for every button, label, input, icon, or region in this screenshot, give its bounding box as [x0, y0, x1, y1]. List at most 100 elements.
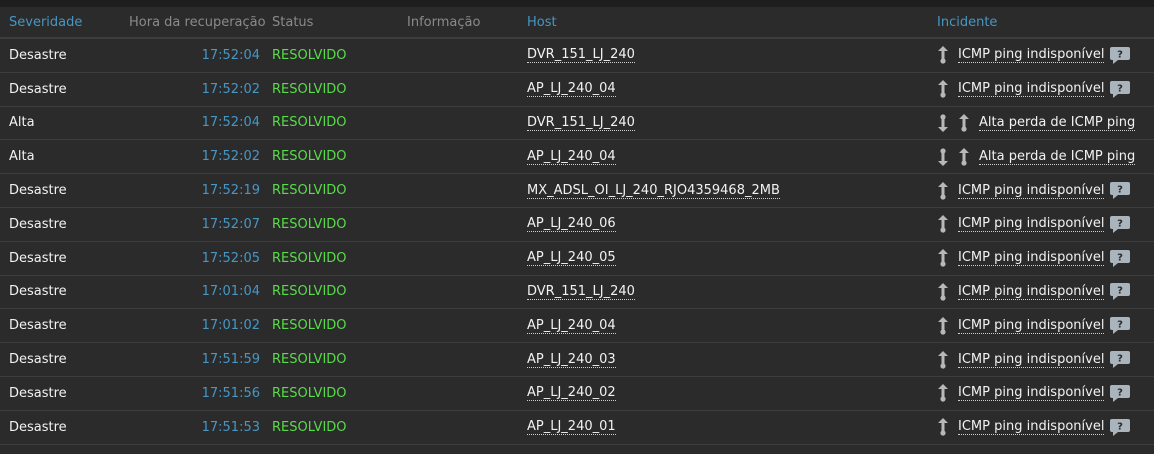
- incident-cell: ICMP ping indisponível?: [937, 411, 1131, 444]
- incident-link[interactable]: ICMP ping indisponível: [958, 284, 1105, 300]
- host-link[interactable]: AP_LJ_240_01: [527, 419, 616, 436]
- recovery-time-cell[interactable]: 17:52:02: [110, 140, 260, 173]
- host-link[interactable]: AP_LJ_240_04: [527, 81, 616, 98]
- status-cell: RESOLVIDO: [272, 115, 347, 131]
- up-arrow-icon[interactable]: [958, 113, 970, 132]
- incident-link[interactable]: ICMP ping indisponível: [958, 183, 1105, 199]
- recovery-time-cell[interactable]: 17:52:05: [110, 242, 260, 275]
- host-cell: AP_LJ_240_04: [527, 140, 616, 173]
- comment-icon[interactable]: ?: [1110, 418, 1131, 436]
- comment-icon[interactable]: ?: [1110, 317, 1131, 335]
- table-row: Desastre 17:51:59 RESOLVIDO AP_LJ_240_03 ICM…: [0, 343, 1154, 377]
- incident-link[interactable]: ICMP ping indisponível: [958, 216, 1105, 233]
- comment-icon[interactable]: ?: [1110, 215, 1131, 233]
- table-row: Desastre 17:51:56 RESOLVIDO AP_LJ_240_02 ICM…: [0, 377, 1154, 411]
- column-recovery-time: Hora da recuperação: [129, 14, 266, 30]
- comment-icon[interactable]: ?: [1110, 182, 1131, 200]
- up-arrow-icon[interactable]: [958, 147, 970, 166]
- down-arrow-icon[interactable]: [937, 114, 949, 132]
- svg-text:?: ?: [1118, 354, 1124, 365]
- recovery-time-cell[interactable]: 17:52:02: [110, 73, 260, 106]
- problems-table: Severidade Hora da recuperação Status In…: [0, 7, 1154, 445]
- incident-link[interactable]: ICMP ping indisponível: [958, 47, 1105, 64]
- host-link[interactable]: AP_LJ_240_05: [527, 250, 616, 267]
- incident-link[interactable]: ICMP ping indisponível: [958, 419, 1105, 436]
- severity-cell: Desastre: [9, 250, 67, 266]
- host-link[interactable]: AP_LJ_240_06: [527, 216, 616, 233]
- recovery-time-cell[interactable]: 17:51:59: [110, 343, 260, 376]
- status-cell: RESOLVIDO: [272, 352, 347, 368]
- recovery-time-cell[interactable]: 17:52:19: [110, 174, 260, 207]
- recovery-time-cell[interactable]: 17:01:04: [110, 276, 260, 309]
- host-link[interactable]: DVR_151_LJ_240: [527, 115, 635, 131]
- status-cell: RESOLVIDO: [272, 385, 347, 401]
- incident-link[interactable]: ICMP ping indisponível: [958, 318, 1105, 334]
- up-down-arrow-icon[interactable]: [937, 215, 949, 233]
- host-cell: AP_LJ_240_03: [527, 343, 616, 376]
- incident-link[interactable]: ICMP ping indisponível: [958, 250, 1105, 267]
- incident-cell: Alta perda de ICMP ping: [937, 107, 1136, 140]
- severity-cell: Desastre: [9, 352, 67, 368]
- svg-text:?: ?: [1118, 185, 1124, 196]
- comment-icon[interactable]: ?: [1110, 80, 1131, 98]
- comment-icon[interactable]: ?: [1110, 283, 1131, 301]
- recovery-time-cell[interactable]: 17:01:02: [110, 309, 260, 342]
- up-down-arrow-icon[interactable]: [937, 181, 949, 200]
- host-link[interactable]: AP_LJ_240_02: [527, 385, 616, 402]
- up-down-arrow-icon[interactable]: [937, 80, 949, 98]
- table-row: Desastre 17:01:04 RESOLVIDO DVR_151_LJ_240 I…: [0, 276, 1154, 310]
- incident-link[interactable]: ICMP ping indisponível: [958, 352, 1105, 368]
- host-link[interactable]: MX_ADSL_OI_LJ_240_RJO4359468_2MB: [527, 183, 780, 199]
- svg-text:?: ?: [1118, 83, 1124, 94]
- host-link[interactable]: AP_LJ_240_04: [527, 318, 616, 334]
- severity-cell: Desastre: [9, 216, 67, 232]
- host-cell: AP_LJ_240_05: [527, 242, 616, 275]
- host-link[interactable]: DVR_151_LJ_240: [527, 284, 635, 300]
- status-cell: RESOLVIDO: [272, 216, 347, 232]
- table-row: Desastre 17:52:05 RESOLVIDO AP_LJ_240_05 ICM…: [0, 242, 1154, 276]
- incident-link[interactable]: Alta perda de ICMP ping: [979, 115, 1136, 131]
- recovery-time-cell[interactable]: 17:52:04: [110, 39, 260, 72]
- incident-cell: ICMP ping indisponível?: [937, 309, 1131, 342]
- comment-icon[interactable]: ?: [1110, 249, 1131, 267]
- up-down-arrow-icon[interactable]: [937, 384, 949, 402]
- up-down-arrow-icon[interactable]: [937, 249, 949, 267]
- recovery-time-cell[interactable]: 17:52:04: [110, 107, 260, 140]
- incident-cell: ICMP ping indisponível?: [937, 39, 1131, 72]
- table-row: Desastre 17:51:53 RESOLVIDO AP_LJ_240_01 ICM…: [0, 411, 1154, 445]
- incident-cell: ICMP ping indisponível?: [937, 377, 1131, 410]
- down-arrow-icon[interactable]: [937, 148, 949, 166]
- recovery-time-cell[interactable]: 17:51:53: [110, 411, 260, 444]
- host-link[interactable]: AP_LJ_240_04: [527, 149, 616, 165]
- host-cell: AP_LJ_240_01: [527, 411, 616, 444]
- incident-cell: ICMP ping indisponível?: [937, 208, 1131, 241]
- column-info: Informação: [407, 14, 481, 30]
- up-down-arrow-icon[interactable]: [937, 316, 949, 335]
- host-link[interactable]: DVR_151_LJ_240: [527, 47, 635, 64]
- recovery-time-cell[interactable]: 17:51:56: [110, 377, 260, 410]
- up-down-arrow-icon[interactable]: [937, 418, 949, 436]
- recovery-time-cell[interactable]: 17:52:07: [110, 208, 260, 241]
- status-cell: RESOLVIDO: [272, 183, 347, 199]
- incident-link[interactable]: ICMP ping indisponível: [958, 385, 1105, 402]
- up-down-arrow-icon[interactable]: [937, 282, 949, 301]
- severity-cell: Desastre: [9, 318, 67, 334]
- host-cell: DVR_151_LJ_240: [527, 107, 635, 140]
- incident-link[interactable]: Alta perda de ICMP ping: [979, 149, 1136, 165]
- up-down-arrow-icon[interactable]: [937, 350, 949, 369]
- column-severity[interactable]: Severidade: [9, 7, 82, 37]
- incident-link[interactable]: ICMP ping indisponível: [958, 81, 1105, 98]
- table-header: Severidade Hora da recuperação Status In…: [0, 7, 1154, 39]
- column-host[interactable]: Host: [527, 7, 557, 37]
- status-cell: RESOLVIDO: [272, 419, 347, 435]
- status-cell: RESOLVIDO: [272, 318, 347, 334]
- comment-icon[interactable]: ?: [1110, 351, 1131, 369]
- table-row: Desastre 17:52:04 RESOLVIDO DVR_151_LJ_240 I…: [0, 39, 1154, 73]
- table-row: Desastre 17:52:02 RESOLVIDO AP_LJ_240_04 ICM…: [0, 73, 1154, 107]
- svg-text:?: ?: [1118, 421, 1124, 432]
- up-down-arrow-icon[interactable]: [937, 46, 949, 64]
- comment-icon[interactable]: ?: [1110, 384, 1131, 402]
- comment-icon[interactable]: ?: [1110, 46, 1131, 64]
- host-link[interactable]: AP_LJ_240_03: [527, 352, 616, 368]
- column-incident[interactable]: Incidente: [937, 7, 997, 37]
